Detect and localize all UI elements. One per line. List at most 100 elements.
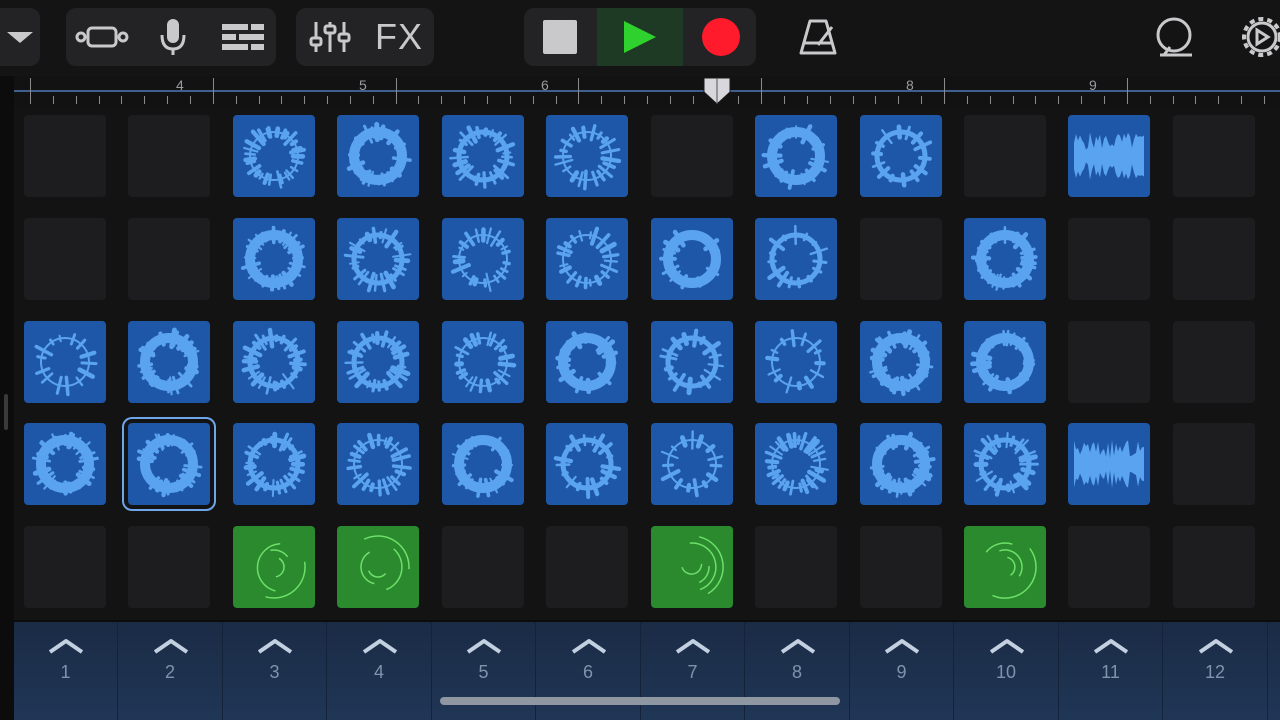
loop-cell[interactable] <box>122 417 216 511</box>
ruler-tick <box>464 96 466 104</box>
empty-cell[interactable] <box>1068 526 1150 608</box>
loop-cell[interactable] <box>233 115 315 197</box>
loop-cell[interactable] <box>651 526 733 608</box>
loop-cell[interactable] <box>964 423 1046 505</box>
empty-cell[interactable] <box>755 526 837 608</box>
ruler-tick <box>1103 96 1105 104</box>
loop-cell[interactable] <box>337 423 419 505</box>
loop-cell[interactable] <box>1068 423 1150 505</box>
column-trigger-11[interactable]: 11 <box>1059 622 1163 720</box>
empty-cell[interactable] <box>860 218 942 300</box>
fx-button[interactable]: FX <box>366 8 432 66</box>
settings-icon[interactable] <box>1236 8 1280 66</box>
empty-cell[interactable] <box>651 115 733 197</box>
loop-cell[interactable] <box>442 115 524 197</box>
empty-cell[interactable] <box>442 526 524 608</box>
microphone-icon[interactable] <box>140 8 206 66</box>
home-indicator[interactable] <box>440 697 840 705</box>
loop-cell[interactable] <box>755 321 837 403</box>
empty-cell[interactable] <box>128 115 210 197</box>
loop-cell[interactable] <box>860 321 942 403</box>
column-trigger-9[interactable]: 9 <box>850 622 954 720</box>
loop-browser-icon[interactable] <box>1142 8 1206 66</box>
loop-cell[interactable] <box>1068 115 1150 197</box>
ruler-tick <box>212 78 214 104</box>
timeline-ruler[interactable]: 4 5 6 8 9 <box>14 76 1280 106</box>
column-trigger-10[interactable]: 10 <box>955 622 1059 720</box>
empty-cell[interactable] <box>1068 218 1150 300</box>
mixer-icon[interactable] <box>298 8 362 66</box>
loop-cell[interactable] <box>964 526 1046 608</box>
ruler-tick <box>235 96 237 104</box>
loop-cell[interactable] <box>442 218 524 300</box>
loop-cell[interactable] <box>128 321 210 403</box>
loop-cell[interactable] <box>233 526 315 608</box>
loop-cell[interactable] <box>233 321 315 403</box>
empty-cell[interactable] <box>964 115 1046 197</box>
loop-ring-icon <box>243 126 306 189</box>
ruler-tick <box>1035 96 1037 104</box>
loop-cell[interactable] <box>337 115 419 197</box>
empty-cell[interactable] <box>1068 321 1150 403</box>
browser-dropdown-icon[interactable] <box>0 8 40 66</box>
loop-cell[interactable] <box>546 115 628 197</box>
stop-icon[interactable] <box>528 8 592 66</box>
record-icon[interactable] <box>688 8 754 66</box>
ruler-tick <box>1081 96 1083 104</box>
loop-cell[interactable] <box>964 321 1046 403</box>
column-trigger-7[interactable]: 7 <box>641 622 745 720</box>
loop-ring-icon <box>556 226 620 290</box>
loop-cell[interactable] <box>233 218 315 300</box>
empty-cell[interactable] <box>546 526 628 608</box>
loop-cell[interactable] <box>860 423 942 505</box>
tracks-view-icon[interactable] <box>70 8 134 66</box>
loop-cell[interactable] <box>24 321 106 403</box>
play-icon[interactable] <box>597 8 683 66</box>
empty-cell[interactable] <box>128 218 210 300</box>
empty-cell[interactable] <box>1173 526 1255 608</box>
loop-cell[interactable] <box>755 115 837 197</box>
column-trigger-bar: 1 2 3 4 5 6 7 8 9 10 11 12 <box>14 622 1280 720</box>
empty-cell[interactable] <box>24 218 106 300</box>
loop-cell[interactable] <box>964 218 1046 300</box>
column-trigger-12[interactable]: 12 <box>1164 622 1268 720</box>
column-trigger-1[interactable]: 1 <box>14 622 118 720</box>
empty-cell[interactable] <box>1173 321 1255 403</box>
loop-cell[interactable] <box>651 321 733 403</box>
empty-cell[interactable] <box>24 526 106 608</box>
loop-ring-icon <box>553 124 622 191</box>
metronome-icon[interactable] <box>786 8 850 66</box>
loop-cell[interactable] <box>651 423 733 505</box>
empty-cell[interactable] <box>1173 115 1255 197</box>
live-loops-grid-icon[interactable] <box>210 8 276 66</box>
loop-cell[interactable] <box>233 423 315 505</box>
loop-cell[interactable] <box>755 423 837 505</box>
empty-cell[interactable] <box>1173 218 1255 300</box>
column-trigger-4[interactable]: 4 <box>328 622 432 720</box>
ruler-tick <box>75 96 77 104</box>
loop-cell[interactable] <box>337 321 419 403</box>
column-trigger-8[interactable]: 8 <box>746 622 850 720</box>
empty-cell[interactable] <box>128 526 210 608</box>
column-trigger-2[interactable]: 2 <box>119 622 223 720</box>
loop-cell[interactable] <box>546 321 628 403</box>
column-trigger-3[interactable]: 3 <box>223 622 327 720</box>
ruler-tick <box>372 96 374 104</box>
loop-cell[interactable] <box>546 423 628 505</box>
loop-cell[interactable] <box>755 218 837 300</box>
loop-cell[interactable] <box>442 321 524 403</box>
empty-cell[interactable] <box>24 115 106 197</box>
loop-cell[interactable] <box>337 218 419 300</box>
loop-cell[interactable] <box>860 115 942 197</box>
loop-cell[interactable] <box>651 218 733 300</box>
empty-cell[interactable] <box>1173 423 1255 505</box>
loop-cell[interactable] <box>442 423 524 505</box>
loop-cell[interactable] <box>546 218 628 300</box>
ruler-tick <box>624 96 626 104</box>
column-trigger-5[interactable]: 5 <box>432 622 536 720</box>
loop-cell[interactable] <box>337 526 419 608</box>
loop-cell[interactable] <box>24 423 106 505</box>
empty-cell[interactable] <box>860 526 942 608</box>
column-trigger-6[interactable]: 6 <box>537 622 641 720</box>
side-panel-handle[interactable] <box>4 394 8 430</box>
